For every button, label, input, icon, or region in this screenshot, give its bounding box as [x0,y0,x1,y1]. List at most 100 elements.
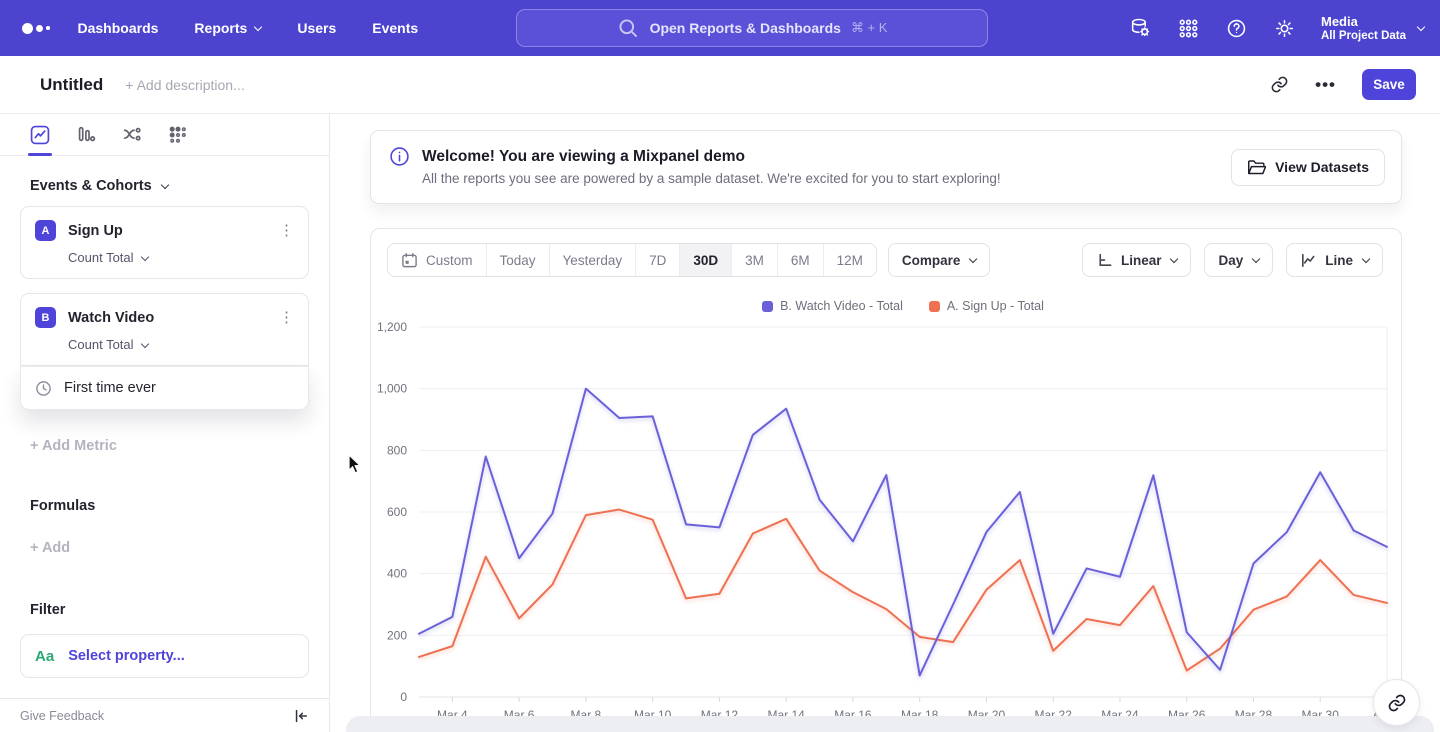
metric-badge-a: A [35,220,56,241]
flows-icon [122,125,142,145]
help-icon[interactable] [1225,17,1248,40]
add-formula-button[interactable]: + Add [30,540,329,556]
svg-text:200: 200 [387,628,407,642]
report-type-tabs [0,114,329,156]
svg-text:400: 400 [387,567,407,581]
line-chart-icon [1300,252,1317,269]
insights-line-chart-icon [30,125,50,145]
tab-flows[interactable] [122,114,142,156]
range-6m[interactable]: 6M [777,244,823,276]
range-30d[interactable]: 30D [679,244,731,276]
nav-users[interactable]: Users [297,20,336,36]
chevron-down-icon [140,252,148,260]
svg-text:1,200: 1,200 [377,320,407,334]
top-nav: Dashboards Reports Users Events Open Rep… [0,0,1440,56]
scale-selector[interactable]: Linear [1082,243,1192,277]
folder-icon [1247,159,1266,176]
kebab-menu-icon[interactable]: ⋮ [279,310,294,325]
linear-axis-icon [1096,252,1113,269]
chart-type-selector[interactable]: Line [1286,243,1383,277]
metric-card-a[interactable]: A Sign Up ⋮ Count Total [20,206,309,279]
svg-text:0: 0 [400,690,407,704]
collapse-sidebar-icon[interactable] [293,708,309,724]
metric-card-b[interactable]: B Watch Video ⋮ Count Total [20,293,309,366]
project-name: Media [1321,14,1406,29]
date-range-controls: Custom Today Yesterday 7D 30D 3M 6M 12M … [387,243,990,277]
demo-banner: Welcome! You are viewing a Mixpanel demo… [370,130,1402,204]
chart-legend: B. Watch Video - Total A. Sign Up - Tota… [419,299,1387,313]
main-content: Welcome! You are viewing a Mixpanel demo… [330,114,1440,732]
svg-text:800: 800 [387,443,407,457]
kebab-menu-icon[interactable]: ⋮ [279,223,294,238]
interval-selector[interactable]: Day [1204,243,1273,277]
link-icon [1387,693,1407,713]
mixpanel-logo-icon[interactable] [22,23,50,34]
report-title[interactable]: Untitled [40,75,103,95]
data-management-icon[interactable] [1129,17,1152,40]
nav-events[interactable]: Events [372,20,418,36]
string-type-icon: Aa [35,648,54,665]
svg-text:1,000: 1,000 [377,382,407,396]
retention-grid-icon [168,125,188,145]
add-metric-button[interactable]: + Add Metric [30,438,329,454]
range-yesterday[interactable]: Yesterday [549,244,636,276]
events-cohorts-header[interactable]: Events & Cohorts [30,178,329,194]
metric-name[interactable]: Sign Up [68,223,123,239]
chart-display-controls: Linear Day Line [1082,243,1383,277]
aggregation-selector[interactable]: Count Total [68,337,294,352]
give-feedback-link[interactable]: Give Feedback [20,709,104,723]
global-search-input[interactable]: Open Reports & Dashboards ⌘ + K [516,9,988,47]
chevron-down-icon [140,339,148,347]
chevron-down-icon [1362,255,1370,263]
more-options-icon[interactable]: ••• [1315,75,1336,95]
search-placeholder: Open Reports & Dashboards [650,20,841,36]
chevron-down-icon [1417,23,1425,31]
chart-card: 02004006008001,0001,200Mar 4Mar 6Mar 8Ma… [370,228,1402,732]
range-3m[interactable]: 3M [731,244,777,276]
report-header: Untitled + Add description... ••• Save [0,56,1440,114]
add-description-field[interactable]: + Add description... [125,77,244,93]
aggregation-selector[interactable]: Count Total [68,250,294,265]
share-link-button[interactable] [1373,679,1420,726]
sidebar-footer: Give Feedback [0,698,329,732]
funnels-bars-icon [76,125,96,145]
nav-reports[interactable]: Reports [194,20,261,36]
tab-insights[interactable] [30,114,50,156]
metric-name[interactable]: Watch Video [68,310,154,326]
banner-subtitle: All the reports you see are powered by a… [422,171,1001,186]
range-7d[interactable]: 7D [635,244,679,276]
range-today[interactable]: Today [486,244,549,276]
select-property-field[interactable]: Aa Select property... [20,634,309,678]
view-datasets-button[interactable]: View Datasets [1231,149,1385,186]
tab-retention[interactable] [168,114,188,156]
chevron-down-icon [969,255,977,263]
search-shortcut: ⌘ + K [851,20,888,36]
nav-dashboards[interactable]: Dashboards [78,20,159,36]
date-range-segmented-control: Custom Today Yesterday 7D 30D 3M 6M 12M [387,243,877,277]
range-12m[interactable]: 12M [823,244,876,276]
compare-button[interactable]: Compare [888,243,991,277]
calendar-icon [401,252,418,269]
metric-badge-b: B [35,307,56,328]
clock-icon [35,380,52,397]
project-scope: All Project Data [1321,29,1406,43]
range-custom[interactable]: Custom [388,244,486,276]
first-time-ever-option[interactable]: First time ever [20,366,309,410]
legend-label: A. Sign Up - Total [947,299,1044,313]
copy-link-icon[interactable] [1270,75,1289,94]
filter-header: Filter [30,602,329,618]
legend-item-watch-video[interactable]: B. Watch Video - Total [762,299,903,313]
svg-text:600: 600 [387,505,407,519]
legend-label: B. Watch Video - Total [780,299,903,313]
save-button[interactable]: Save [1362,69,1416,100]
next-section-peek [346,716,1434,732]
legend-item-sign-up[interactable]: A. Sign Up - Total [929,299,1044,313]
legend-swatch [762,301,773,312]
chevron-down-icon [254,23,262,31]
tab-funnels[interactable] [76,114,96,156]
apps-grid-icon[interactable] [1177,17,1200,40]
settings-gear-icon[interactable] [1273,17,1296,40]
info-icon [389,146,410,167]
project-switcher[interactable]: Media All Project Data [1321,14,1424,43]
query-builder-sidebar: Events & Cohorts A Sign Up ⋮ Count Total… [0,114,330,732]
